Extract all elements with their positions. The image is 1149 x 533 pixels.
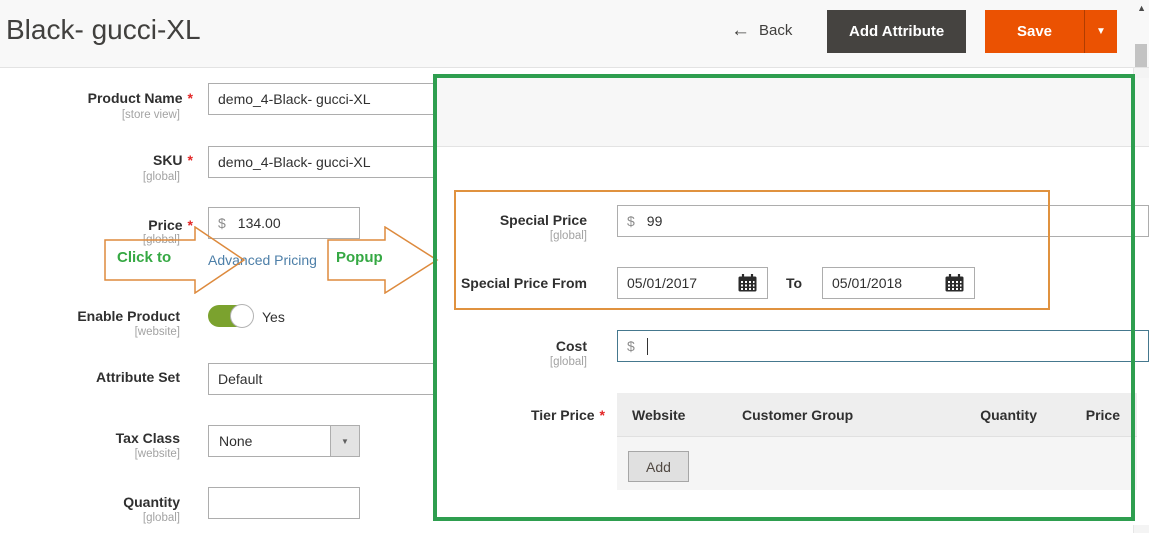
tax-class-label: Tax Class [3, 430, 180, 446]
scrollbar-thumb[interactable] [1135, 44, 1147, 67]
product-name-scope: [store view] [3, 109, 180, 121]
column-header-website: Website [617, 407, 742, 423]
required-asterisk: * [188, 152, 193, 168]
enable-product-label: Enable Product [3, 308, 180, 324]
special-price-from-label: Special Price From [407, 275, 587, 291]
column-header-customer-group: Customer Group [742, 407, 872, 423]
cost-label: Cost [417, 338, 587, 354]
dropdown-caret-icon: ▼ [330, 426, 359, 456]
cost-input[interactable] [648, 331, 1139, 361]
enable-product-value: Yes [262, 309, 285, 325]
back-arrow-icon: ← [731, 21, 750, 40]
scrollbar-up-icon[interactable]: ▲ [1137, 3, 1146, 13]
sku-label: SKU* [3, 152, 193, 168]
calendar-icon[interactable] [737, 273, 758, 293]
cost-scope: [global] [417, 356, 587, 368]
enable-product-scope: [website] [3, 326, 180, 338]
click-to-annotation: Click to [117, 249, 171, 266]
page-title: Black- gucci-XL [6, 14, 201, 46]
sku-input[interactable] [218, 147, 433, 177]
sku-input-box [208, 146, 443, 178]
tier-price-table: Website Customer Group Quantity Price [617, 393, 1137, 490]
add-attribute-button[interactable]: Add Attribute [827, 10, 966, 53]
attribute-set-input[interactable] [218, 364, 433, 394]
required-asterisk: * [188, 217, 193, 233]
currency-symbol: $ [218, 215, 226, 231]
attribute-set-label: Attribute Set [3, 369, 180, 385]
back-label: Back [759, 22, 792, 39]
price-scope: [global] [3, 234, 180, 246]
toggle-knob [230, 304, 254, 328]
special-price-scope: [global] [417, 230, 587, 242]
caret-down-icon: ▼ [1096, 26, 1106, 37]
quantity-input-box [208, 487, 360, 519]
currency-symbol: $ [627, 213, 635, 229]
special-price-to-label: To [786, 275, 816, 291]
required-asterisk: * [600, 407, 605, 423]
product-name-input-box [208, 83, 443, 115]
tier-price-table-header: Website Customer Group Quantity Price [617, 393, 1137, 437]
special-price-label: Special Price [417, 212, 587, 228]
special-price-input-box: $ [617, 205, 1149, 237]
special-price-from-input-box [617, 267, 768, 299]
popup-annotation: Popup [336, 249, 383, 266]
tier-price-add-button[interactable]: Add [628, 451, 689, 482]
advanced-pricing-panel-header [437, 78, 1149, 147]
quantity-scope: [global] [3, 512, 180, 524]
column-header-price: Price [1037, 407, 1137, 423]
sku-scope: [global] [3, 171, 180, 183]
enable-product-toggle[interactable] [208, 305, 253, 327]
save-split-button: Save ▼ [985, 10, 1117, 53]
price-input[interactable] [238, 208, 350, 238]
tax-class-scope: [website] [3, 448, 180, 460]
product-name-label: Product Name* [3, 90, 193, 106]
tier-price-label: Tier Price* [415, 407, 605, 423]
product-name-input[interactable] [218, 84, 433, 114]
currency-symbol: $ [627, 338, 635, 354]
required-asterisk: * [188, 90, 193, 106]
advanced-pricing-link[interactable]: Advanced Pricing [208, 252, 317, 268]
special-price-to-input-box [822, 267, 975, 299]
tax-class-select[interactable]: None ▼ [208, 425, 360, 457]
cost-input-box: $ [617, 330, 1149, 362]
price-input-box: $ [208, 207, 360, 239]
tax-class-value: None [209, 433, 330, 449]
save-button[interactable]: Save [985, 10, 1084, 53]
special-price-from-input[interactable] [627, 268, 737, 298]
quantity-label: Quantity [3, 494, 180, 510]
attribute-set-input-box [208, 363, 443, 395]
price-label: Price* [3, 217, 193, 233]
special-price-to-input[interactable] [832, 268, 944, 298]
back-button[interactable]: ← Back [731, 21, 792, 40]
quantity-input[interactable] [218, 488, 350, 518]
special-price-input[interactable] [647, 206, 1139, 236]
product-edit-page: Black- gucci-XL ← Back Add Attribute Sav… [0, 0, 1149, 533]
column-header-quantity: Quantity [872, 407, 1037, 423]
calendar-icon[interactable] [944, 273, 965, 293]
save-dropdown-button[interactable]: ▼ [1084, 10, 1117, 53]
